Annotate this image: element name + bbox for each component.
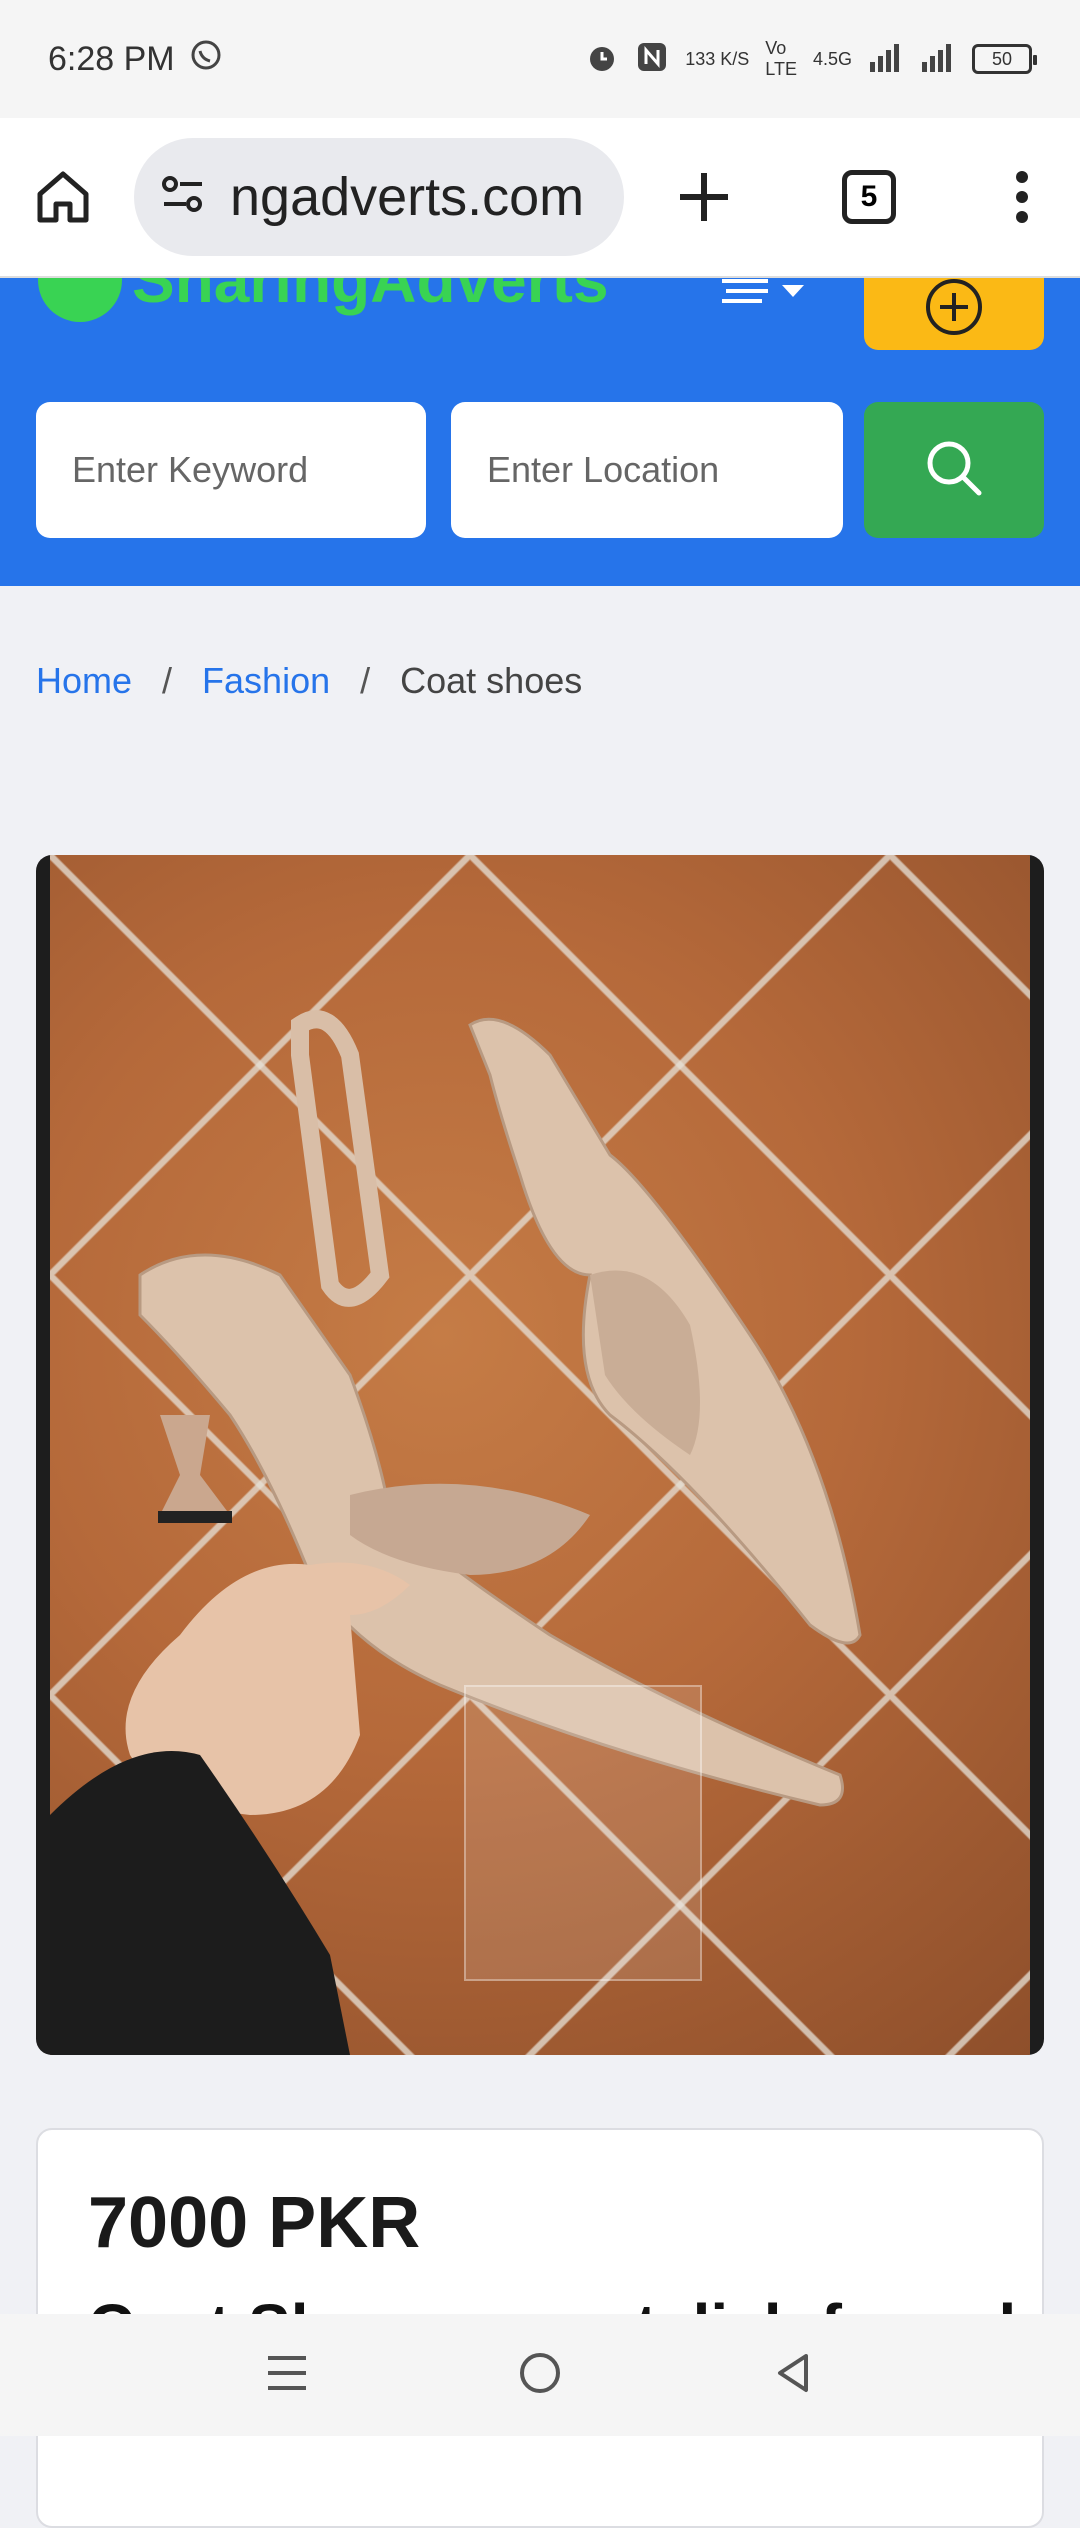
url-text: ngadverts.com: [230, 167, 585, 227]
volte-icon: Vo LTE: [765, 38, 797, 79]
breadcrumb-current: Coat shoes: [400, 660, 583, 701]
logo-mark-icon: [38, 278, 122, 322]
more-options-icon[interactable]: [1012, 169, 1032, 225]
address-bar[interactable]: ngadverts.com: [134, 138, 624, 256]
search-icon: [923, 437, 985, 504]
breadcrumb: Home / Fashion / Coat shoes: [36, 660, 582, 702]
breadcrumb-separator: /: [360, 660, 371, 701]
product-image[interactable]: [50, 855, 1030, 2055]
logo-text: SharingAdverts: [132, 278, 609, 316]
alarm-icon: [585, 40, 619, 79]
site-settings-icon[interactable]: [158, 170, 208, 225]
system-nav-bar: [0, 2314, 1080, 2436]
home-nav-icon[interactable]: [517, 2350, 563, 2401]
nfc-icon: [635, 40, 669, 79]
status-bar: 6:28 PM 133 K/S Vo LTE 4.5G 50: [0, 0, 1080, 118]
breadcrumb-category[interactable]: Fashion: [202, 660, 330, 702]
signal-icon: [868, 42, 904, 77]
plus-circle-icon: [924, 278, 984, 342]
network-speed: 133 K/S: [685, 48, 750, 69]
battery-icon: 50: [972, 44, 1037, 74]
status-time: 6:28 PM: [48, 39, 175, 78]
chevron-down-icon: [780, 283, 806, 304]
signal-icon-2: [920, 42, 956, 77]
breadcrumb-home[interactable]: Home: [36, 660, 132, 702]
post-ad-button[interactable]: [864, 278, 1044, 350]
location-input[interactable]: Enter Location: [451, 402, 843, 538]
recent-apps-icon[interactable]: [264, 2350, 310, 2401]
network-type: 4.5G: [812, 48, 852, 69]
browser-toolbar: ngadverts.com 5: [0, 118, 1080, 278]
product-gallery[interactable]: [36, 855, 1044, 2055]
back-icon[interactable]: [770, 2350, 816, 2401]
listing-price: 7000 PKR: [88, 2183, 421, 2263]
site-logo[interactable]: SharingAdverts: [38, 278, 609, 322]
search-button[interactable]: [864, 402, 1044, 538]
home-icon[interactable]: [32, 166, 94, 228]
whatsapp-icon: [189, 38, 223, 81]
image-thumbnail[interactable]: [464, 1685, 702, 1981]
menu-toggle-button[interactable]: [722, 278, 806, 309]
keyword-input[interactable]: Enter Keyword: [36, 402, 426, 538]
site-header: SharingAdverts Enter Keyword Enter Locat…: [0, 278, 1080, 586]
menu-icon: [722, 278, 768, 309]
new-tab-icon[interactable]: [676, 169, 732, 225]
breadcrumb-separator: /: [162, 660, 173, 701]
tab-switcher-button[interactable]: 5: [842, 170, 896, 224]
